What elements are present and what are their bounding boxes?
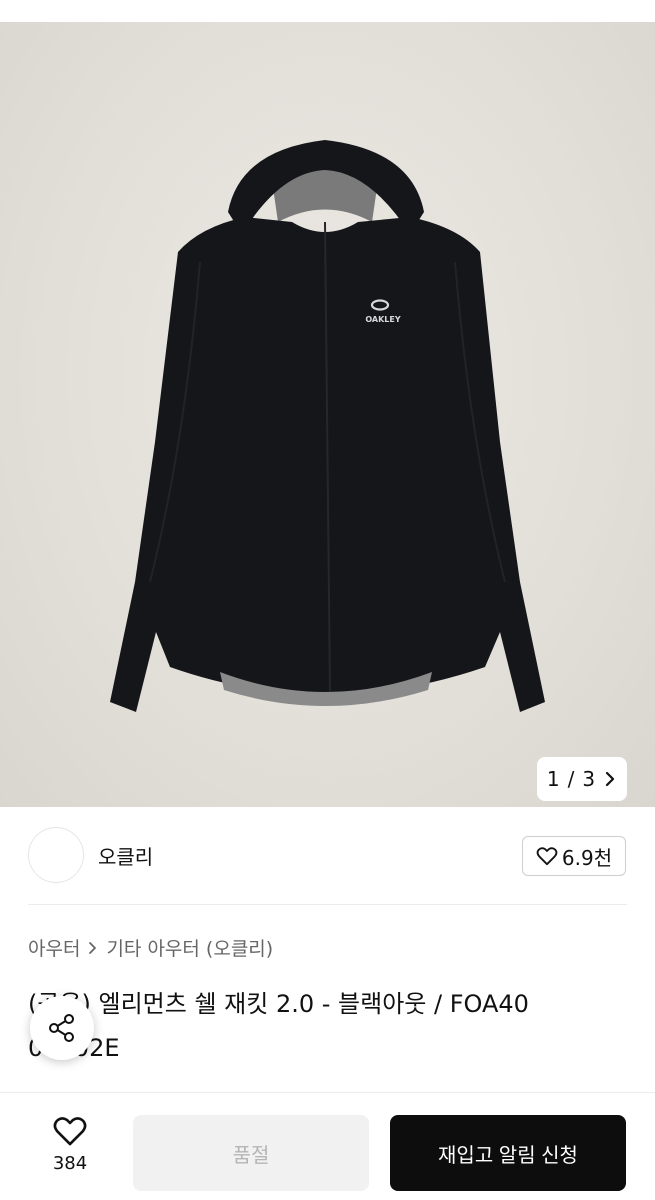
product-title: (공용) 엘리먼츠 쉘 재킷 2.0 - 블랙아웃 / FOA40 09002E bbox=[28, 990, 529, 1062]
brand-like-count: 6.9천 bbox=[561, 845, 613, 870]
product-image-gallery[interactable]: OAKLEY 1 / 3 bbox=[0, 22, 655, 807]
wish-count: 384 bbox=[52, 1153, 88, 1174]
restock-alert-button[interactable]: 재입고 알림 신청 bbox=[390, 1115, 626, 1191]
brand-avatar[interactable] bbox=[28, 827, 84, 883]
heart-icon bbox=[536, 847, 558, 866]
image-pager[interactable]: 1 / 3 bbox=[537, 757, 627, 801]
wish-button[interactable]: 384 bbox=[40, 1115, 100, 1174]
heart-icon bbox=[53, 1117, 87, 1146]
divider bbox=[28, 904, 627, 905]
top-strip bbox=[0, 0, 655, 22]
pager-total: 3 bbox=[582, 767, 596, 791]
brand-like-button[interactable]: 6.9천 bbox=[522, 836, 626, 876]
chevron-right-icon bbox=[89, 941, 97, 954]
bottom-action-bar: 384 품절 재입고 알림 신청 bbox=[0, 1092, 655, 1200]
oakley-logo: OAKLEY bbox=[365, 315, 401, 324]
soldout-button: 품절 bbox=[133, 1115, 369, 1191]
brand-row: 오클리 6.9천 bbox=[0, 807, 655, 905]
breadcrumb-level1[interactable]: 아우터 bbox=[28, 934, 80, 961]
pager-current: 1 bbox=[546, 767, 560, 791]
breadcrumb-level2[interactable]: 기타 아우터 (오클리) bbox=[106, 934, 273, 961]
chevron-right-icon bbox=[606, 771, 615, 787]
pager-separator: / bbox=[567, 767, 575, 791]
product-image: OAKLEY bbox=[110, 140, 545, 712]
breadcrumb: 아우터 기타 아우터 (오클리) bbox=[28, 934, 273, 961]
brand-name[interactable]: 오클리 bbox=[98, 841, 153, 870]
share-button[interactable] bbox=[30, 996, 94, 1060]
share-icon bbox=[49, 1014, 74, 1042]
